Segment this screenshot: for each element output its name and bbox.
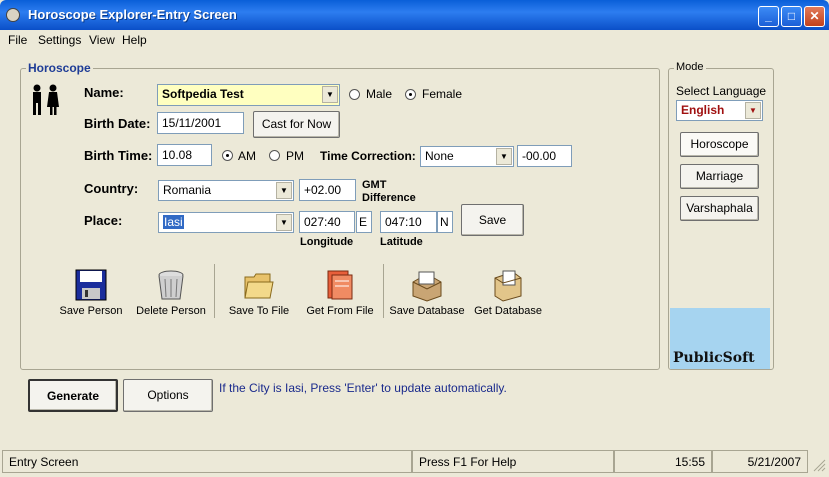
time-correction-label: Time Correction: xyxy=(320,149,416,163)
maximize-button[interactable]: □ xyxy=(781,6,802,27)
publicsoft-logo: PublicSoft xyxy=(670,308,770,369)
name-label: Name: xyxy=(84,85,124,100)
time-correction-combo[interactable]: None ▼ xyxy=(420,146,514,167)
hint-text: If the City is Iasi, Press 'Enter' to up… xyxy=(219,381,507,395)
chevron-down-icon[interactable]: ▼ xyxy=(276,214,292,231)
marriage-mode-button[interactable]: Marriage xyxy=(680,164,759,189)
country-value: Romania xyxy=(163,183,212,197)
female-label: Female xyxy=(422,87,463,101)
people-icon xyxy=(28,83,62,117)
longitude-label: Longitude xyxy=(300,236,354,248)
time-correction-value: None xyxy=(425,149,454,163)
place-combo[interactable]: Iasi ▼ xyxy=(158,212,294,233)
chevron-down-icon[interactable]: ▼ xyxy=(745,102,761,119)
generate-button[interactable]: Generate xyxy=(28,379,118,412)
name-value: Softpedia Test xyxy=(162,87,244,101)
delete-person-button[interactable]: Delete Person xyxy=(134,268,208,317)
file-open-icon xyxy=(327,270,353,300)
trash-icon xyxy=(158,270,184,300)
status-date: 5/21/2007 xyxy=(712,450,808,473)
female-radio[interactable] xyxy=(405,89,416,100)
country-combo[interactable]: Romania ▼ xyxy=(158,180,294,201)
birth-date-input[interactable]: 15/11/2001 xyxy=(157,112,244,134)
latitude-label: Latitude xyxy=(380,236,423,248)
country-label: Country: xyxy=(84,181,139,196)
minimize-button[interactable]: _ xyxy=(758,6,779,27)
status-screen: Entry Screen xyxy=(2,450,412,473)
male-radio[interactable] xyxy=(349,89,360,100)
toolbar-separator xyxy=(383,264,384,318)
place-label: Place: xyxy=(84,213,123,228)
varshaphala-mode-button[interactable]: Varshaphala xyxy=(680,196,759,221)
am-radio[interactable] xyxy=(222,150,233,161)
latitude-input[interactable]: 047:10 xyxy=(380,211,437,233)
language-value: English xyxy=(681,103,725,117)
latitude-dir[interactable]: N xyxy=(437,211,453,233)
birth-time-input[interactable]: 10.08 xyxy=(157,144,212,166)
toolbar-separator xyxy=(214,264,215,318)
menu-help[interactable]: Help xyxy=(122,33,147,47)
folder-icon xyxy=(244,273,274,299)
menu-settings[interactable]: Settings xyxy=(38,33,81,47)
menu-file[interactable]: File xyxy=(8,33,27,47)
name-combo[interactable]: Softpedia Test ▼ xyxy=(157,84,340,106)
chevron-down-icon[interactable]: ▼ xyxy=(276,182,292,199)
floppy-icon xyxy=(75,269,107,301)
menu-view[interactable]: View xyxy=(89,33,115,47)
am-label: AM xyxy=(238,149,256,163)
save-person-button[interactable]: Save Person xyxy=(58,268,124,317)
longitude-dir[interactable]: E xyxy=(356,211,372,233)
window-title: Horoscope Explorer-Entry Screen xyxy=(28,7,237,22)
gmt-input[interactable]: +02.00 xyxy=(299,179,356,201)
male-label: Male xyxy=(366,87,393,101)
pm-radio[interactable] xyxy=(269,150,280,161)
mode-group-title: Mode xyxy=(674,61,706,73)
cabinet-icon xyxy=(494,270,522,302)
pm-label: PM xyxy=(286,149,304,163)
place-value: Iasi xyxy=(163,215,184,229)
database-icon xyxy=(412,271,442,302)
status-time: 15:55 xyxy=(614,450,712,473)
longitude-input[interactable]: 027:40 xyxy=(299,211,355,233)
options-button[interactable]: Options xyxy=(123,379,213,412)
horoscope-mode-button[interactable]: Horoscope xyxy=(680,132,759,157)
save-to-file-button[interactable]: Save To File xyxy=(226,268,292,317)
get-from-file-button[interactable]: Get From File xyxy=(305,268,375,317)
close-button[interactable]: ✕ xyxy=(804,6,825,27)
save-place-button[interactable]: Save xyxy=(461,204,524,236)
horoscope-group-title: Horoscope xyxy=(26,61,93,75)
get-database-button[interactable]: Get Database xyxy=(472,268,544,317)
resize-grip[interactable] xyxy=(808,450,827,473)
select-language-label: Select Language xyxy=(676,84,767,98)
birth-time-label: Birth Time: xyxy=(84,148,153,163)
save-database-button[interactable]: Save Database xyxy=(389,268,465,317)
cast-for-now-button[interactable]: Cast for Now xyxy=(253,111,340,138)
gmt-label: GMT xyxy=(362,179,387,191)
time-correction-input[interactable]: -00.00 xyxy=(517,145,572,167)
app-icon[interactable] xyxy=(6,8,20,22)
language-combo[interactable]: English ▼ xyxy=(676,100,763,121)
chevron-down-icon[interactable]: ▼ xyxy=(322,86,338,103)
chevron-down-icon[interactable]: ▼ xyxy=(496,148,512,165)
status-help: Press F1 For Help xyxy=(412,450,614,473)
difference-label: Difference xyxy=(362,192,416,204)
birth-date-label: Birth Date: xyxy=(84,116,151,131)
